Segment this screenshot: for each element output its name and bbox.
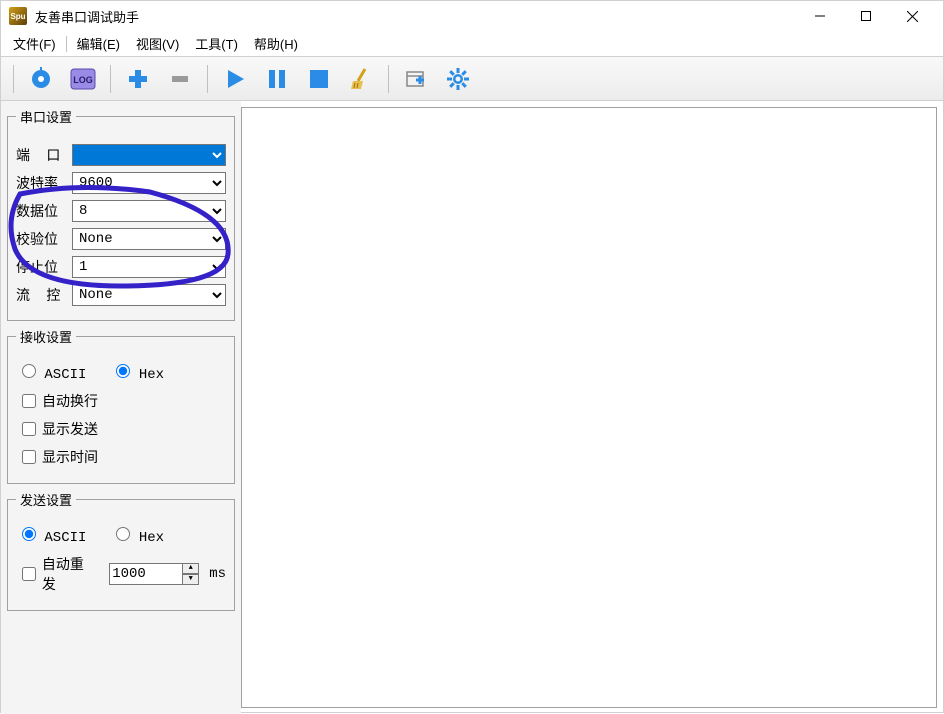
send-settings-legend: 发送设置 — [16, 490, 76, 509]
serial-settings-group: 串口设置 端 口 波特率 9600 数据位 8 校验位 None 停止位 1 — [7, 107, 235, 321]
recv-hex-radio[interactable] — [116, 364, 130, 378]
connect-button[interactable] — [23, 63, 59, 95]
minus-icon — [169, 68, 191, 90]
data-bits-combo[interactable]: 8 — [72, 200, 226, 222]
flow-control-label: 流 控 — [16, 285, 72, 305]
minimize-icon — [815, 11, 825, 21]
pause-button[interactable] — [259, 63, 295, 95]
auto-resend-checkbox[interactable] — [22, 567, 36, 581]
flow-control-combo[interactable]: None — [72, 284, 226, 306]
plug-circle-icon — [29, 67, 53, 91]
autowrap-checkbox[interactable] — [22, 394, 36, 408]
show-time-label: 显示时间 — [42, 447, 98, 467]
add-button[interactable] — [120, 63, 156, 95]
port-label: 端 口 — [16, 145, 72, 165]
toolbar: LOG — [1, 57, 943, 101]
toolbar-separator — [110, 65, 111, 93]
interval-spinner[interactable]: ▲ ▼ — [183, 563, 199, 585]
plus-icon — [127, 68, 149, 90]
toolbar-separator — [388, 65, 389, 93]
spin-up-button[interactable]: ▲ — [183, 563, 199, 574]
receive-settings-group: 接收设置 ASCII Hex 自动换行 显示发送 显示时间 — [7, 327, 235, 484]
close-button[interactable] — [889, 1, 935, 31]
remove-button[interactable] — [162, 63, 198, 95]
show-time-checkbox[interactable] — [22, 450, 36, 464]
window-title: 友善串口调试助手 — [35, 7, 797, 26]
baud-combo[interactable]: 9600 — [72, 172, 226, 194]
app-icon: Spu — [9, 7, 27, 25]
stop-bits-combo[interactable]: 1 — [72, 256, 226, 278]
menu-help[interactable]: 帮助(H) — [246, 32, 306, 55]
settings-button[interactable] — [440, 63, 476, 95]
sidebar: 串口设置 端 口 波特率 9600 数据位 8 校验位 None 停止位 1 — [1, 101, 241, 714]
menu-file[interactable]: 文件(F) — [5, 32, 64, 55]
log-icon: LOG — [70, 68, 96, 90]
send-ascii-radio[interactable] — [22, 527, 36, 541]
send-hex-radio[interactable] — [116, 527, 130, 541]
menu-view[interactable]: 视图(V) — [128, 32, 187, 55]
send-settings-group: 发送设置 ASCII Hex 自动重发 ▲ ▼ ms — [7, 490, 235, 611]
show-send-label: 显示发送 — [42, 419, 98, 439]
autowrap-label: 自动换行 — [42, 391, 98, 411]
new-window-button[interactable] — [398, 63, 434, 95]
recv-ascii-option[interactable]: ASCII — [22, 364, 86, 383]
maximize-button[interactable] — [843, 1, 889, 31]
main-area: 串口设置 端 口 波特率 9600 数据位 8 校验位 None 停止位 1 — [1, 101, 943, 714]
send-ascii-option[interactable]: ASCII — [22, 527, 86, 546]
broom-icon — [350, 67, 372, 91]
parity-combo[interactable]: None — [72, 228, 226, 250]
svg-text:LOG: LOG — [73, 75, 93, 85]
output-area[interactable] — [241, 107, 937, 708]
close-icon — [907, 11, 918, 22]
menu-separator — [66, 36, 67, 52]
toolbar-separator — [13, 65, 14, 93]
maximize-icon — [861, 11, 871, 21]
window-plus-icon — [405, 68, 427, 90]
show-send-checkbox[interactable] — [22, 422, 36, 436]
resend-interval-input[interactable] — [109, 563, 183, 585]
serial-settings-legend: 串口设置 — [16, 107, 76, 126]
recv-ascii-radio[interactable] — [22, 364, 36, 378]
stop-icon — [308, 68, 330, 90]
log-button[interactable]: LOG — [65, 63, 101, 95]
parity-label: 校验位 — [16, 229, 72, 249]
receive-settings-legend: 接收设置 — [16, 327, 76, 346]
stop-bits-label: 停止位 — [16, 257, 72, 277]
minimize-button[interactable] — [797, 1, 843, 31]
spin-down-button[interactable]: ▼ — [183, 574, 199, 585]
menu-edit[interactable]: 编辑(E) — [69, 32, 128, 55]
titlebar: Spu 友善串口调试助手 — [1, 1, 943, 31]
port-combo[interactable] — [72, 144, 226, 166]
interval-unit: ms — [209, 566, 226, 582]
toolbar-separator — [207, 65, 208, 93]
recv-hex-option[interactable]: Hex — [116, 364, 164, 383]
stop-button[interactable] — [301, 63, 337, 95]
send-hex-option[interactable]: Hex — [116, 527, 164, 546]
menubar: 文件(F) 编辑(E) 视图(V) 工具(T) 帮助(H) — [1, 31, 943, 57]
auto-resend-label: 自动重发 — [42, 554, 97, 594]
baud-label: 波特率 — [16, 173, 72, 193]
menu-tools[interactable]: 工具(T) — [187, 32, 246, 55]
clear-button[interactable] — [343, 63, 379, 95]
gear-icon — [446, 67, 470, 91]
data-bits-label: 数据位 — [16, 201, 72, 221]
pause-icon — [266, 68, 288, 90]
play-icon — [224, 68, 246, 90]
play-button[interactable] — [217, 63, 253, 95]
